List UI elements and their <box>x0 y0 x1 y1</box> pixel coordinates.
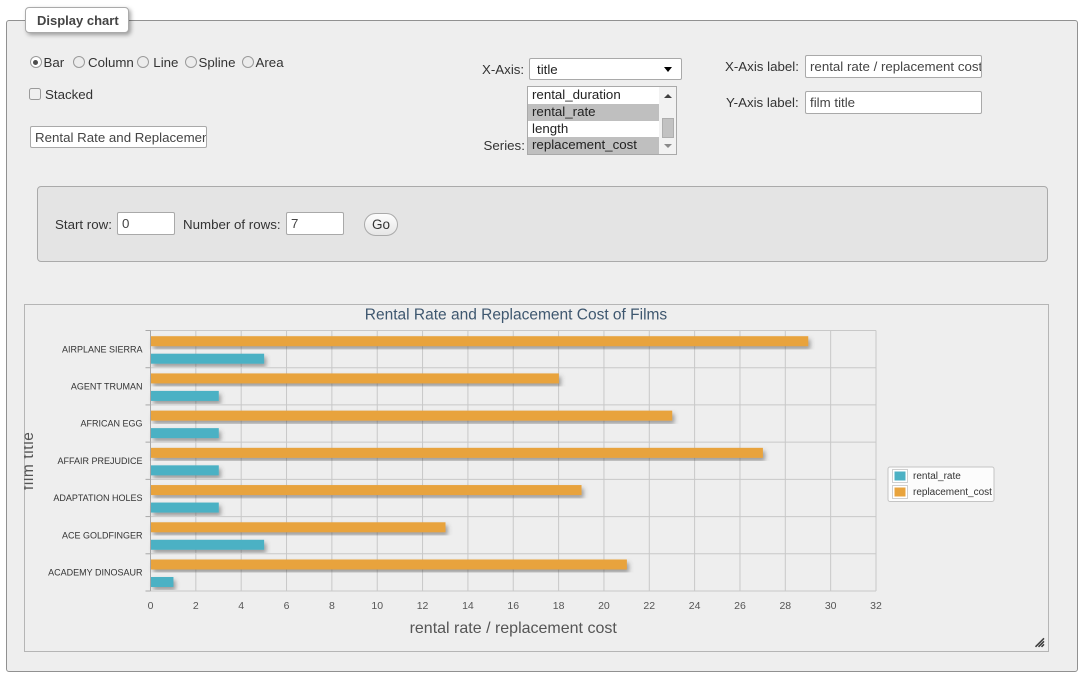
svg-text:4: 4 <box>238 600 244 612</box>
svg-text:14: 14 <box>462 600 474 612</box>
svg-text:replacement_cost: replacement_cost <box>913 487 992 498</box>
svg-text:22: 22 <box>643 600 655 612</box>
svg-text:16: 16 <box>507 600 519 612</box>
svg-text:AFFAIR PREJUDICE: AFFAIR PREJUDICE <box>57 456 142 466</box>
svg-text:10: 10 <box>371 600 383 612</box>
svg-text:rental_rate: rental_rate <box>913 471 961 482</box>
svg-text:Rental Rate and Replacement Co: Rental Rate and Replacement Cost of Film… <box>365 307 668 324</box>
svg-text:AFRICAN EGG: AFRICAN EGG <box>80 419 142 429</box>
svg-text:12: 12 <box>417 600 429 612</box>
svg-text:AIRPLANE SIERRA: AIRPLANE SIERRA <box>62 344 143 354</box>
svg-text:24: 24 <box>689 600 701 612</box>
svg-text:18: 18 <box>553 600 565 612</box>
svg-text:26: 26 <box>734 600 746 612</box>
svg-text:6: 6 <box>284 600 290 612</box>
svg-text:ACE GOLDFINGER: ACE GOLDFINGER <box>62 530 143 540</box>
svg-text:rental rate / replacement cost: rental rate / replacement cost <box>410 620 618 637</box>
svg-text:20: 20 <box>598 600 610 612</box>
svg-text:28: 28 <box>779 600 791 612</box>
svg-text:film title: film title <box>24 432 37 491</box>
svg-text:2: 2 <box>193 600 199 612</box>
svg-text:ADAPTATION HOLES: ADAPTATION HOLES <box>53 493 142 503</box>
svg-text:0: 0 <box>148 600 154 612</box>
svg-text:ACADEMY DINOSAUR: ACADEMY DINOSAUR <box>48 568 143 578</box>
svg-text:32: 32 <box>870 600 882 612</box>
svg-text:30: 30 <box>825 600 837 612</box>
svg-text:AGENT TRUMAN: AGENT TRUMAN <box>71 382 143 392</box>
svg-text:8: 8 <box>329 600 335 612</box>
